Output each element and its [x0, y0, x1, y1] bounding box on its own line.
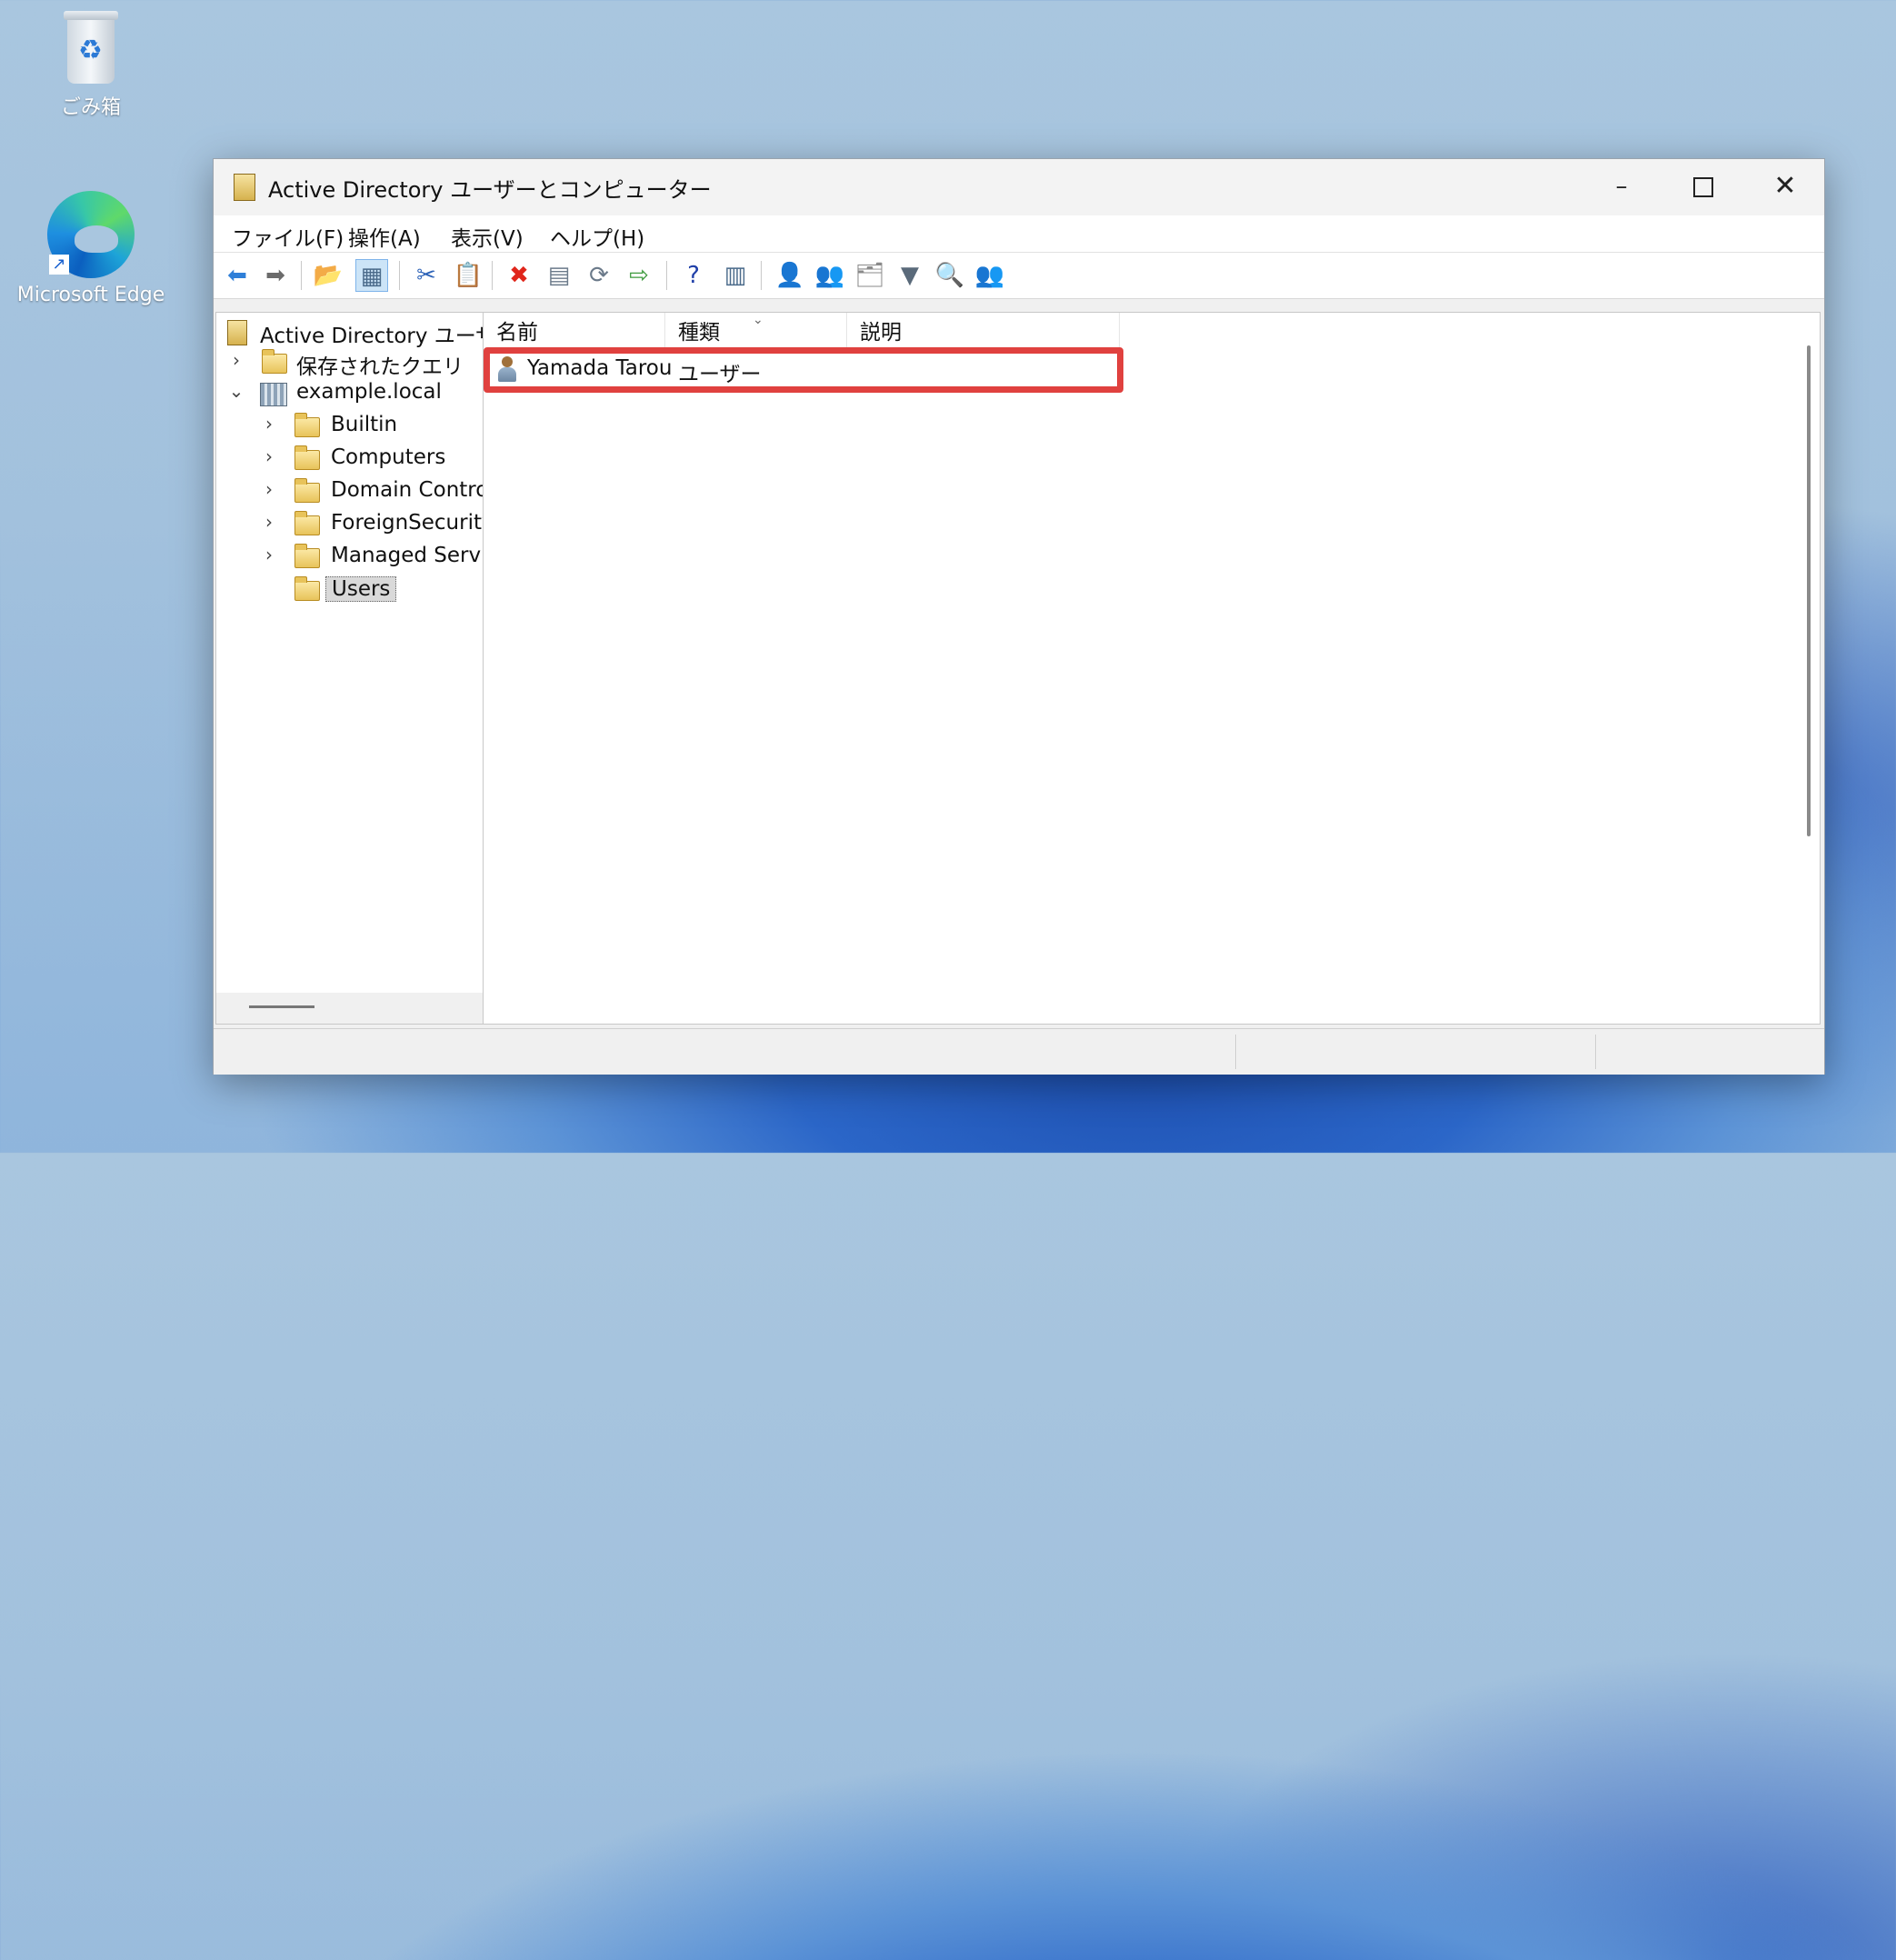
folder-icon [294, 576, 320, 601]
filter-icon[interactable]: ▼ [893, 259, 926, 292]
chevron-right-icon[interactable]: › [260, 445, 278, 467]
folder-icon [294, 544, 320, 568]
edge-label: Microsoft Edge [16, 284, 165, 306]
add-to-group-icon[interactable]: 👥 [973, 259, 1006, 292]
tree-item-label: ForeignSecurity [331, 511, 494, 535]
tree-item-label: Computers [331, 445, 446, 469]
back-arrow-icon[interactable]: ⬅ [221, 259, 254, 292]
tree-item-label: Managed Servi [331, 544, 487, 567]
details-list[interactable]: 名前 種類 説明 ⌄ Yamada Tarou ユーザー [483, 312, 1821, 1025]
chevron-right-icon[interactable]: › [260, 511, 278, 533]
mmc-root-icon [227, 320, 247, 345]
show-hide-console-tree-icon[interactable]: ▦ [355, 259, 388, 292]
toolbar-separator [301, 261, 302, 290]
tree-item-label: Builtin [331, 413, 398, 436]
properties-icon[interactable]: ▤ [543, 259, 575, 292]
new-group-icon[interactable]: 👥 [813, 259, 846, 292]
close-button[interactable]: ✕ [1744, 159, 1826, 215]
up-folder-icon[interactable]: 📂 [312, 259, 344, 292]
copy-icon[interactable]: 📋 [452, 259, 484, 292]
status-divider [1235, 1035, 1236, 1069]
chevron-down-icon[interactable]: ⌄ [227, 380, 245, 402]
minimize-button[interactable]: – [1581, 159, 1662, 215]
export-list-icon[interactable]: ⇨ [623, 259, 655, 292]
toolbar-separator [761, 261, 762, 290]
mmc-app-icon [234, 174, 255, 201]
recycle-bin-icon: ♻ [62, 9, 120, 85]
find-icon[interactable]: 🔍 [933, 259, 966, 292]
edge-shortcut[interactable]: ↗ Microsoft Edge [14, 191, 168, 306]
tree-item-label: 保存されたクエリ [296, 355, 464, 379]
menu-help[interactable]: ヘルプ(H) [550, 221, 644, 252]
title-bar[interactable]: Active Directory ユーザーとコンピューター – ✕ [214, 159, 1824, 215]
help-icon[interactable]: ? [677, 259, 710, 292]
forward-arrow-icon[interactable]: ➡ [259, 259, 292, 292]
folder-icon [294, 413, 320, 437]
chevron-right-icon[interactable]: › [260, 413, 278, 435]
column-header-name[interactable]: 名前 [484, 313, 665, 349]
recycle-bin-shortcut[interactable]: ♻ ごみ箱 [14, 9, 168, 120]
column-header-description[interactable]: 説明 [847, 313, 1120, 349]
chevron-right-icon[interactable]: › [260, 544, 278, 565]
aduc-window: Active Directory ユーザーとコンピューター – ✕ ファイル(F… [213, 158, 1825, 1075]
recycle-bin-label: ごみ箱 [60, 96, 121, 119]
shortcut-arrow-icon: ↗ [49, 255, 69, 275]
toolbar: ⬅ ➡ 📂 ▦ ✂ 📋 ✖ ▤ ⟳ ⇨? ▥ 👤 👥 🗂 ▼ 🔍 👥 [214, 253, 1824, 299]
status-divider [1595, 1035, 1596, 1069]
toolbar-separator [399, 261, 400, 290]
menu-action[interactable]: 操作(A) [348, 221, 421, 252]
domain-icon [260, 383, 287, 406]
folder-icon [294, 445, 320, 470]
annotation-highlight-box [484, 347, 1123, 393]
ou-folder-icon [294, 478, 320, 503]
cut-icon[interactable]: ✂ [410, 259, 443, 292]
folder-icon [294, 511, 320, 535]
window-title: Active Directory ユーザーとコンピューター [268, 177, 712, 203]
toolbar-separator [492, 261, 493, 290]
list-vertical-scrollbar[interactable] [1807, 345, 1811, 836]
refresh-icon[interactable]: ⟳ [583, 259, 615, 292]
chevron-right-icon[interactable]: › [260, 478, 278, 500]
new-user-icon[interactable]: 👤 [773, 259, 806, 292]
chevron-right-icon[interactable]: › [227, 349, 245, 371]
scrollbar-thumb[interactable] [249, 1005, 314, 1008]
close-icon: ✕ [1773, 170, 1797, 202]
edge-icon: ↗ [47, 191, 135, 278]
toolbar-separator [666, 261, 667, 290]
sort-caret-icon: ⌄ [753, 313, 763, 327]
menu-file[interactable]: ファイル(F) [232, 221, 344, 252]
tree-item-label: Active Directory ユーザ [260, 325, 497, 348]
tree-item-label: Domain Contro [331, 478, 489, 502]
status-bar [214, 1028, 1824, 1075]
delete-icon[interactable]: ✖ [503, 259, 535, 292]
action-pane-icon[interactable]: ▥ [719, 259, 752, 292]
new-ou-icon[interactable]: 🗂 [853, 259, 886, 292]
folder-icon [262, 349, 287, 374]
tree-item-label-selected: Users [325, 576, 397, 602]
menu-bar: ファイル(F) 操作(A) 表示(V) ヘルプ(H) [214, 215, 1824, 253]
menu-view[interactable]: 表示(V) [451, 221, 524, 252]
maximize-icon [1693, 176, 1713, 197]
tree-item-label: example.local [296, 380, 442, 404]
minimize-icon: – [1615, 173, 1628, 200]
maximize-button[interactable] [1662, 159, 1744, 215]
list-header: 名前 種類 説明 ⌄ [484, 313, 1120, 349]
